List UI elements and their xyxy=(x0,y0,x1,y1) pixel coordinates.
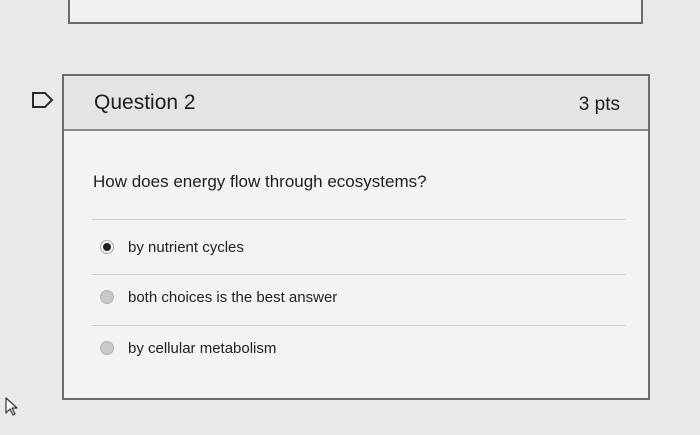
previous-question-card xyxy=(68,0,643,24)
answer-option-1[interactable]: by nutrient cycles xyxy=(100,236,244,258)
divider xyxy=(92,274,626,275)
divider xyxy=(92,325,626,326)
answer-label[interactable]: both choices is the best answer xyxy=(128,289,337,306)
answer-label[interactable]: by nutrient cycles xyxy=(128,239,244,256)
radio-button[interactable] xyxy=(100,290,114,304)
question-text: How does energy flow through ecosystems? xyxy=(93,172,427,191)
answer-label[interactable]: by cellular metabolism xyxy=(128,340,276,357)
answer-option-2[interactable]: both choices is the best answer xyxy=(100,286,337,308)
question-points: 3 pts xyxy=(578,94,620,115)
radio-button[interactable] xyxy=(100,341,114,355)
question-header: Question 2 3 pts xyxy=(64,76,648,131)
radio-button-selected[interactable] xyxy=(100,240,114,254)
question-title: Question 2 xyxy=(94,91,196,114)
mouse-pointer-icon xyxy=(5,397,18,416)
flag-icon[interactable] xyxy=(30,90,56,110)
question-card: Question 2 3 pts How does energy flow th… xyxy=(62,74,650,400)
divider xyxy=(92,219,626,220)
answer-option-3[interactable]: by cellular metabolism xyxy=(100,337,276,359)
